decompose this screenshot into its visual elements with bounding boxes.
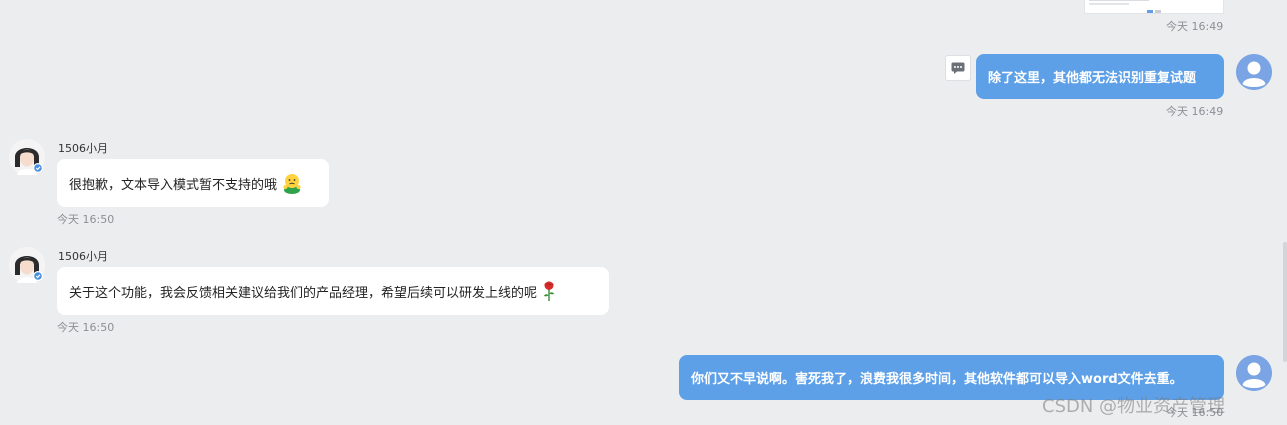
user-avatar[interactable] <box>1236 355 1272 391</box>
attached-image-thumbnail[interactable] <box>1084 0 1224 14</box>
rose-emoji-icon <box>544 281 555 301</box>
incoming-message-bubble: 关于这个功能，我会反馈相关建议给我们的产品经理，希望后续可以研发上线的呢 <box>57 267 609 315</box>
message-text: 很抱歉，文本导入模式暂不支持的哦 <box>69 177 278 193</box>
message-timestamp: 今天 16:49 <box>1166 20 1224 33</box>
sender-name: 1506小月 <box>58 142 108 155</box>
sender-name: 1506小月 <box>58 250 108 263</box>
agent-avatar[interactable] <box>9 139 45 175</box>
sorry-emoji-icon <box>283 174 301 194</box>
message-options-button[interactable] <box>945 55 971 81</box>
chat-scrollbar[interactable] <box>1283 0 1287 425</box>
message-text: 除了这里，其他都无法识别重复试题 <box>988 71 1197 86</box>
message-timestamp: 今天 16:49 <box>1166 105 1224 118</box>
message-text: 你们又不早说啊。害死我了，浪费我很多时间，其他软件都可以导入word文件去重。 <box>691 372 1183 387</box>
message-timestamp: 今天 16:50 <box>57 321 115 334</box>
agent-avatar[interactable] <box>9 247 45 283</box>
incoming-message-bubble: 很抱歉，文本导入模式暂不支持的哦 <box>57 159 329 207</box>
scrollbar-thumb[interactable] <box>1283 242 1287 362</box>
user-avatar[interactable] <box>1236 54 1272 90</box>
image-content-icon <box>1089 0 1161 13</box>
outgoing-message-bubble: 除了这里，其他都无法识别重复试题 <box>976 54 1224 99</box>
message-text: 关于这个功能，我会反馈相关建议给我们的产品经理，希望后续可以研发上线的呢 <box>69 285 538 301</box>
csdn-watermark: CSDN @物业资产管理 <box>1042 396 1226 417</box>
chat-comment-icon <box>951 62 965 74</box>
message-timestamp: 今天 16:50 <box>57 213 115 226</box>
